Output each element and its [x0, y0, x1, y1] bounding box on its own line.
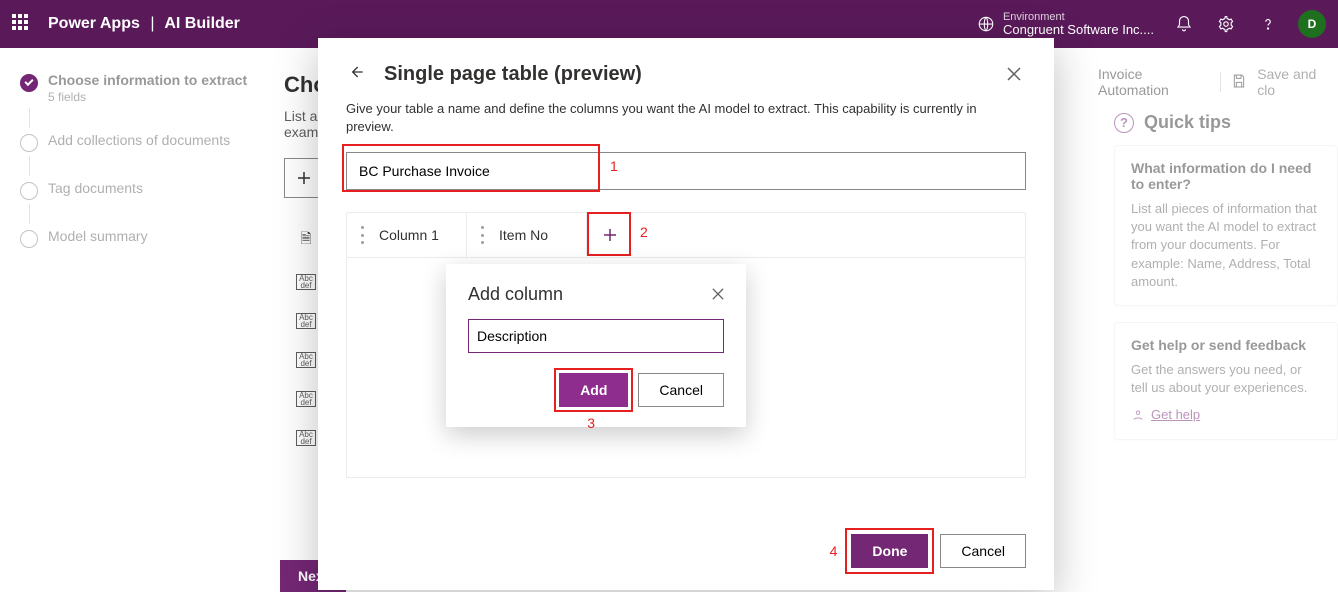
avatar[interactable]: D: [1298, 10, 1326, 38]
plus-icon: [296, 170, 312, 186]
annotation-number: 2: [640, 224, 648, 240]
text-field-icon: Abcdef: [296, 352, 316, 368]
modal-title: Single page table (preview): [384, 63, 642, 86]
add-button[interactable]: Add: [559, 373, 628, 407]
modal-cancel-button[interactable]: Cancel: [940, 534, 1026, 568]
help-icon[interactable]: [1256, 12, 1280, 36]
document-icon: 🗎: [300, 230, 311, 246]
column-name-input[interactable]: [468, 319, 724, 353]
brand: Power Apps | AI Builder: [48, 15, 240, 33]
back-button[interactable]: [346, 62, 370, 86]
annotation-number: 1: [610, 158, 618, 174]
annotation-number: 3: [587, 415, 595, 431]
env-value: Congruent Software Inc....: [1003, 23, 1154, 37]
section-name: AI Builder: [164, 15, 240, 32]
env-label: Environment: [1003, 11, 1154, 23]
text-field-icon: Abcdef: [296, 391, 316, 407]
popover-title: Add column: [468, 284, 563, 305]
app-name: Power Apps: [48, 15, 140, 32]
add-column-button[interactable]: [587, 213, 633, 257]
table-name-input[interactable]: [346, 152, 1026, 190]
environment-picker[interactable]: Environment Congruent Software Inc....: [977, 11, 1154, 37]
popover-cancel-button[interactable]: Cancel: [638, 373, 724, 407]
close-icon: [712, 288, 724, 300]
close-button[interactable]: [1002, 62, 1026, 86]
settings-icon[interactable]: [1214, 12, 1238, 36]
notifications-icon[interactable]: [1172, 12, 1196, 36]
text-field-icon: Abcdef: [296, 274, 316, 290]
brand-separator: |: [144, 15, 160, 32]
column-header-1[interactable]: Column 1: [347, 213, 467, 257]
column-label: Item No: [499, 227, 548, 243]
text-field-icon: Abcdef: [296, 313, 316, 329]
text-field-icon: Abcdef: [296, 430, 316, 446]
avatar-initial: D: [1308, 17, 1317, 31]
close-icon: [1007, 67, 1021, 81]
step-complete-icon: [20, 74, 38, 92]
environment-icon: [977, 15, 995, 33]
popover-close-button[interactable]: [712, 287, 724, 303]
drag-handle-icon[interactable]: [481, 226, 489, 244]
column-label: Column 1: [379, 227, 439, 243]
column-header-2[interactable]: Item No: [467, 213, 587, 257]
columns-header: Column 1 Item No: [346, 212, 1026, 258]
modal-description: Give your table a name and define the co…: [346, 100, 1026, 136]
done-button[interactable]: Done: [851, 534, 928, 568]
annotation-number: 4: [830, 543, 838, 559]
add-column-popover: Add column Add 3 Cancel: [446, 264, 746, 427]
drag-handle-icon[interactable]: [361, 226, 369, 244]
waffle-icon[interactable]: [12, 14, 32, 34]
plus-icon: [602, 227, 618, 243]
